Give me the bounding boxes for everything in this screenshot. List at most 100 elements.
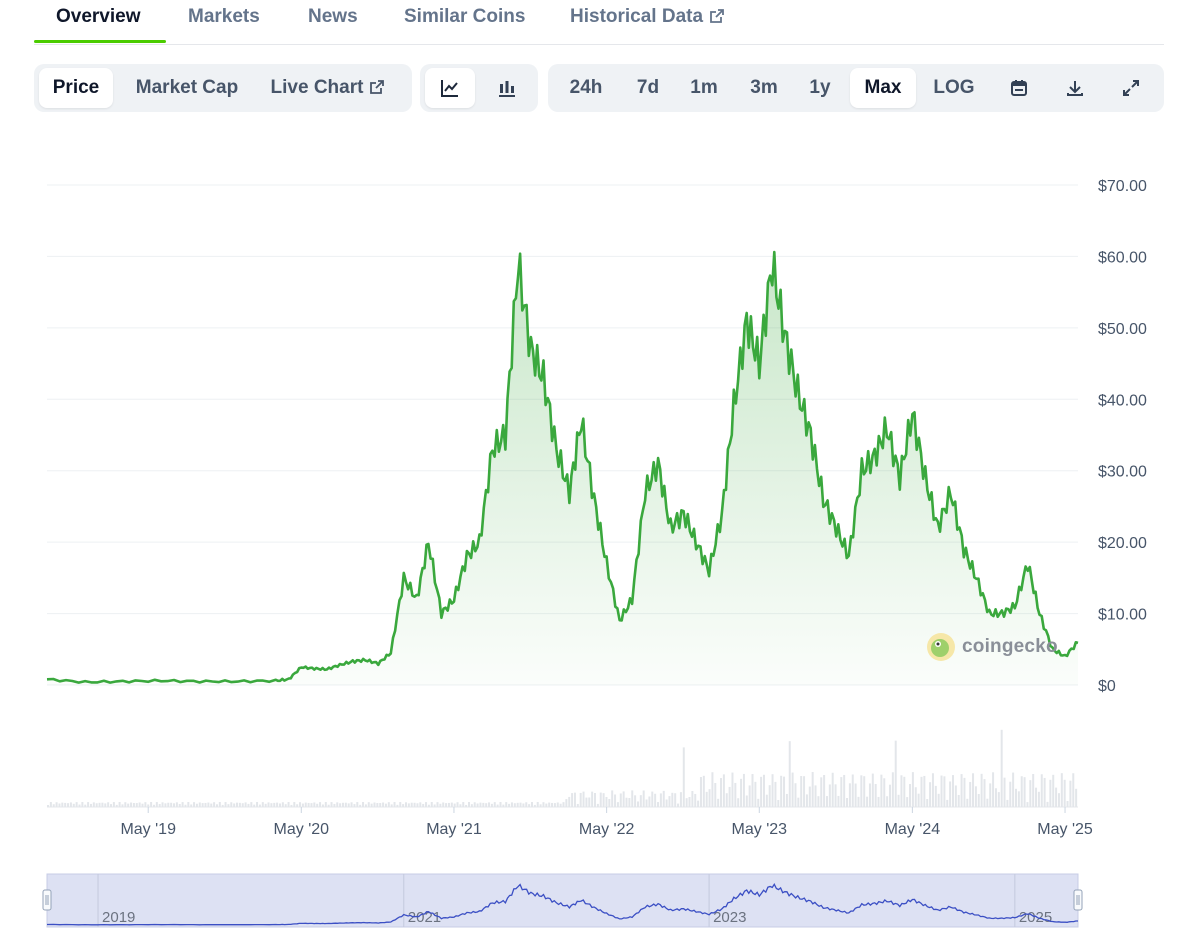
tab-similar-coins[interactable]: Similar Coins — [404, 6, 525, 28]
volume-bar — [711, 772, 714, 807]
volume-bar — [436, 802, 439, 807]
volume-bar — [404, 802, 407, 807]
navigator-handle-left[interactable] — [42, 889, 52, 911]
tab-markets[interactable]: Markets — [188, 6, 260, 28]
volume-bar — [877, 796, 880, 807]
volume-bar — [665, 799, 668, 807]
volume-bar — [276, 802, 279, 807]
volume-bar — [284, 804, 287, 807]
volume-bar — [64, 802, 67, 807]
price-button[interactable]: Price — [39, 68, 113, 108]
volume-bar — [605, 797, 608, 807]
volume-bar — [1040, 774, 1043, 807]
volume-bar — [648, 796, 651, 807]
tab-news[interactable]: News — [308, 6, 358, 28]
volume-bar — [679, 792, 682, 807]
range-24h-button[interactable]: 24h — [556, 68, 616, 108]
volume-bar — [221, 804, 224, 807]
volume-bar — [894, 740, 897, 807]
volume-bar — [992, 772, 995, 807]
volume-bar — [983, 779, 986, 807]
log-scale-button[interactable]: LOG — [926, 68, 982, 108]
calendar-button[interactable] — [994, 68, 1044, 108]
volume-bar — [639, 795, 642, 807]
live-chart-button[interactable]: Live Chart — [262, 68, 394, 108]
tab-overview[interactable]: Overview — [56, 6, 141, 28]
volume-bar — [1046, 801, 1049, 807]
volume-bar — [75, 802, 78, 807]
volume-bar — [215, 804, 218, 807]
y-tick-label: $40.00 — [1098, 392, 1147, 409]
volume-bars — [47, 729, 1078, 807]
volume-bar — [321, 804, 324, 807]
volume-bar — [427, 804, 430, 807]
navigator-tick-label: 2021 — [408, 909, 441, 926]
range-1m-button[interactable]: 1m — [676, 68, 732, 108]
volume-bar — [333, 803, 336, 807]
volume-bar — [207, 802, 210, 807]
volume-bar — [304, 802, 307, 807]
x-axis: May '19 May '20 May '21 May '22 May '23 May '… — [120, 807, 1093, 838]
volume-bar — [697, 800, 700, 807]
volume-bar — [817, 796, 820, 807]
tab-bar: Overview Markets News Similar Coins Hist… — [34, 0, 1164, 45]
range-navigator[interactable]: 2019 2021 2023 2025 — [42, 873, 1083, 928]
download-button[interactable] — [1050, 68, 1100, 108]
line-chart-button[interactable] — [425, 68, 475, 108]
volume-bar — [846, 797, 849, 807]
volume-bar — [671, 792, 674, 807]
volume-bar — [227, 804, 230, 807]
market-cap-button[interactable]: Market Cap — [124, 68, 250, 108]
volume-bar — [1057, 793, 1060, 807]
volume-bar — [731, 772, 734, 807]
volume-bar — [92, 802, 95, 807]
tab-historical-data[interactable]: Historical Data — [570, 6, 725, 28]
volume-bar — [565, 799, 568, 807]
volume-bar — [797, 797, 800, 807]
volume-bar — [155, 802, 158, 807]
range-7d-button[interactable]: 7d — [620, 68, 676, 108]
range-max-button[interactable]: Max — [850, 68, 916, 108]
volume-bar — [236, 802, 239, 807]
volume-bar — [382, 802, 385, 807]
volume-bar — [1014, 788, 1017, 807]
volume-bar — [969, 781, 972, 807]
price-chart[interactable]: $0 $10.00 $20.00 $30.00 $40.00 $50.00 $60.00 $7… — [0, 140, 1200, 947]
volume-bar — [410, 802, 413, 807]
volume-bar — [788, 741, 791, 807]
volume-bar — [588, 797, 591, 807]
volume-bar — [204, 802, 207, 807]
volume-bar — [871, 773, 874, 807]
volume-bar — [717, 798, 720, 807]
line-chart-icon — [441, 79, 458, 97]
volume-bar — [447, 802, 450, 807]
volume-bar — [530, 802, 533, 807]
range-1y-button[interactable]: 1y — [794, 68, 846, 108]
fullscreen-button[interactable] — [1106, 68, 1156, 108]
volume-bar — [522, 803, 525, 807]
range-3m-button[interactable]: 3m — [736, 68, 792, 108]
volume-bar — [425, 802, 428, 807]
volume-bar — [101, 802, 104, 807]
volume-bar — [184, 804, 187, 807]
volume-bar — [791, 772, 794, 807]
volume-bar — [72, 803, 75, 807]
volume-bar — [771, 774, 774, 807]
volume-bar — [780, 775, 783, 807]
volume-bar — [591, 791, 594, 807]
volume-bar — [974, 786, 977, 807]
volume-bar — [95, 803, 98, 807]
volume-bar — [181, 802, 184, 807]
volume-bar — [874, 783, 877, 807]
y-axis: $0 $10.00 $20.00 $30.00 $40.00 $50.00 $60.00 $7… — [1098, 178, 1147, 695]
candlestick-chart-button[interactable] — [482, 68, 532, 108]
navigator-handle-right[interactable] — [1073, 889, 1083, 911]
volume-bar — [313, 802, 316, 807]
volume-bar — [135, 803, 138, 807]
volume-bar — [373, 802, 376, 807]
volume-bar — [1029, 780, 1032, 807]
volume-bar — [840, 777, 843, 807]
volume-bar — [144, 802, 147, 807]
volume-bar — [568, 796, 571, 807]
volume-bar — [470, 804, 473, 807]
